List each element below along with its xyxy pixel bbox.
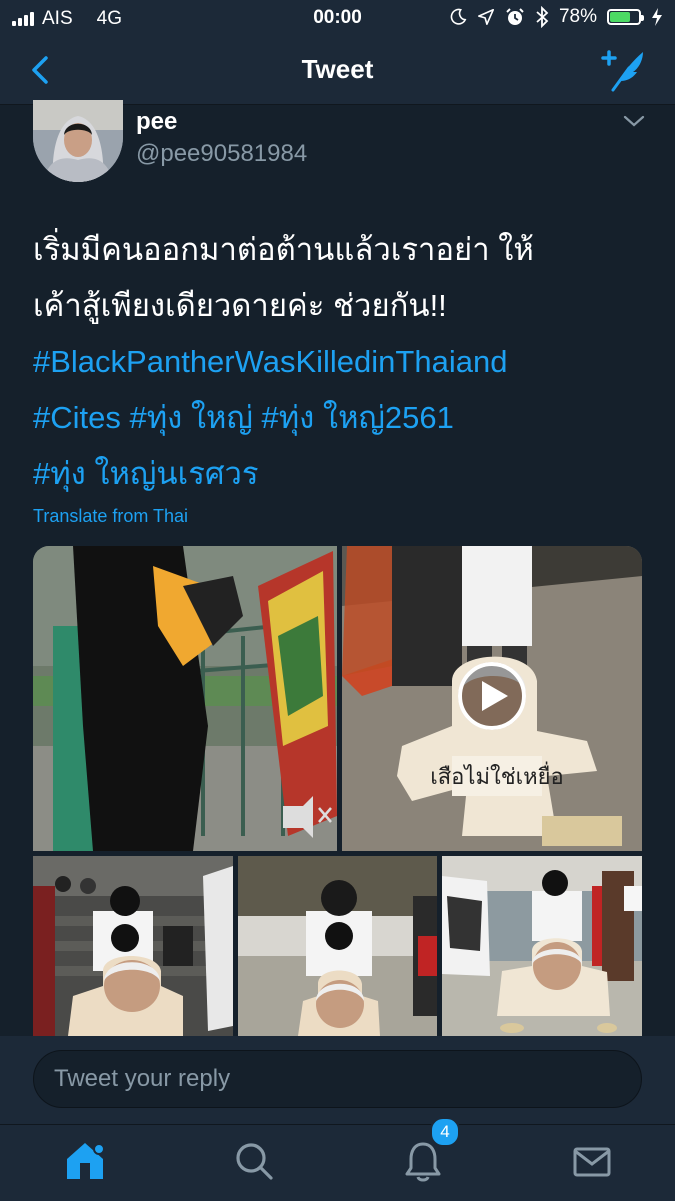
notification-badge: 4 [430,1117,460,1147]
search-icon[interactable] [232,1139,276,1183]
media-video-thumb-1[interactable] [33,546,337,851]
tab-bar: 4 [0,1117,675,1201]
nav-bar: Tweet [0,36,675,105]
compose-tweet-icon[interactable] [599,46,649,92]
tweet-line: เค้าสู้เพียงเดียวดายค่ะ ช่วยกัน!! [33,288,447,323]
alarm-icon [506,8,524,25]
reply-input[interactable]: Tweet your reply [33,1050,642,1108]
home-icon[interactable] [63,1139,107,1183]
status-bar: AIS 4G 00:00 78% [0,0,675,36]
author-name[interactable]: pee [136,108,177,136]
reply-bar: Tweet your reply [0,1036,675,1124]
hashtag-link[interactable]: #ทุ่ง ใหญ่นเรศวร [33,446,653,502]
media-grid: เสือไม่ใช่เหยื่อ [33,546,642,1036]
battery-percent: 78% [558,6,597,27]
hashtag-link[interactable]: #Cites #ทุ่ง ใหญ่ #ทุ่ง ใหญ่2561 [33,390,653,446]
reply-placeholder: Tweet your reply [54,1065,231,1092]
status-right: 78% [449,6,663,28]
hashtag-link[interactable]: #BlackPantherWasKilledinThaiand [33,334,653,390]
bluetooth-icon [536,6,549,28]
media-photo-3[interactable] [33,856,233,1036]
sign-text: เสือไม่ใช่เหยื่อ [430,761,564,790]
media-video-thumb-2[interactable]: เสือไม่ใช่เหยื่อ [342,546,642,851]
moon-icon [450,8,467,25]
tweet-text: เริ่มมีคนออกมาต่อต้านแล้วเราอย่า ให้ เค้… [33,222,653,502]
location-icon [477,8,494,26]
media-photo-5[interactable] [442,856,642,1036]
charging-icon [652,8,662,26]
media-photo-4[interactable] [238,856,437,1036]
author-handle[interactable]: @pee90581984 [136,140,307,168]
messages-icon[interactable] [570,1139,614,1183]
page-title: Tweet [301,54,374,84]
tweet-line: เริ่มมีคนออกมาต่อต้านแล้วเราอย่า ให้ [33,232,534,267]
translate-link[interactable]: Translate from Thai [33,506,188,527]
chevron-down-icon[interactable] [622,114,646,128]
battery-icon [607,9,644,25]
avatar[interactable] [33,100,123,182]
